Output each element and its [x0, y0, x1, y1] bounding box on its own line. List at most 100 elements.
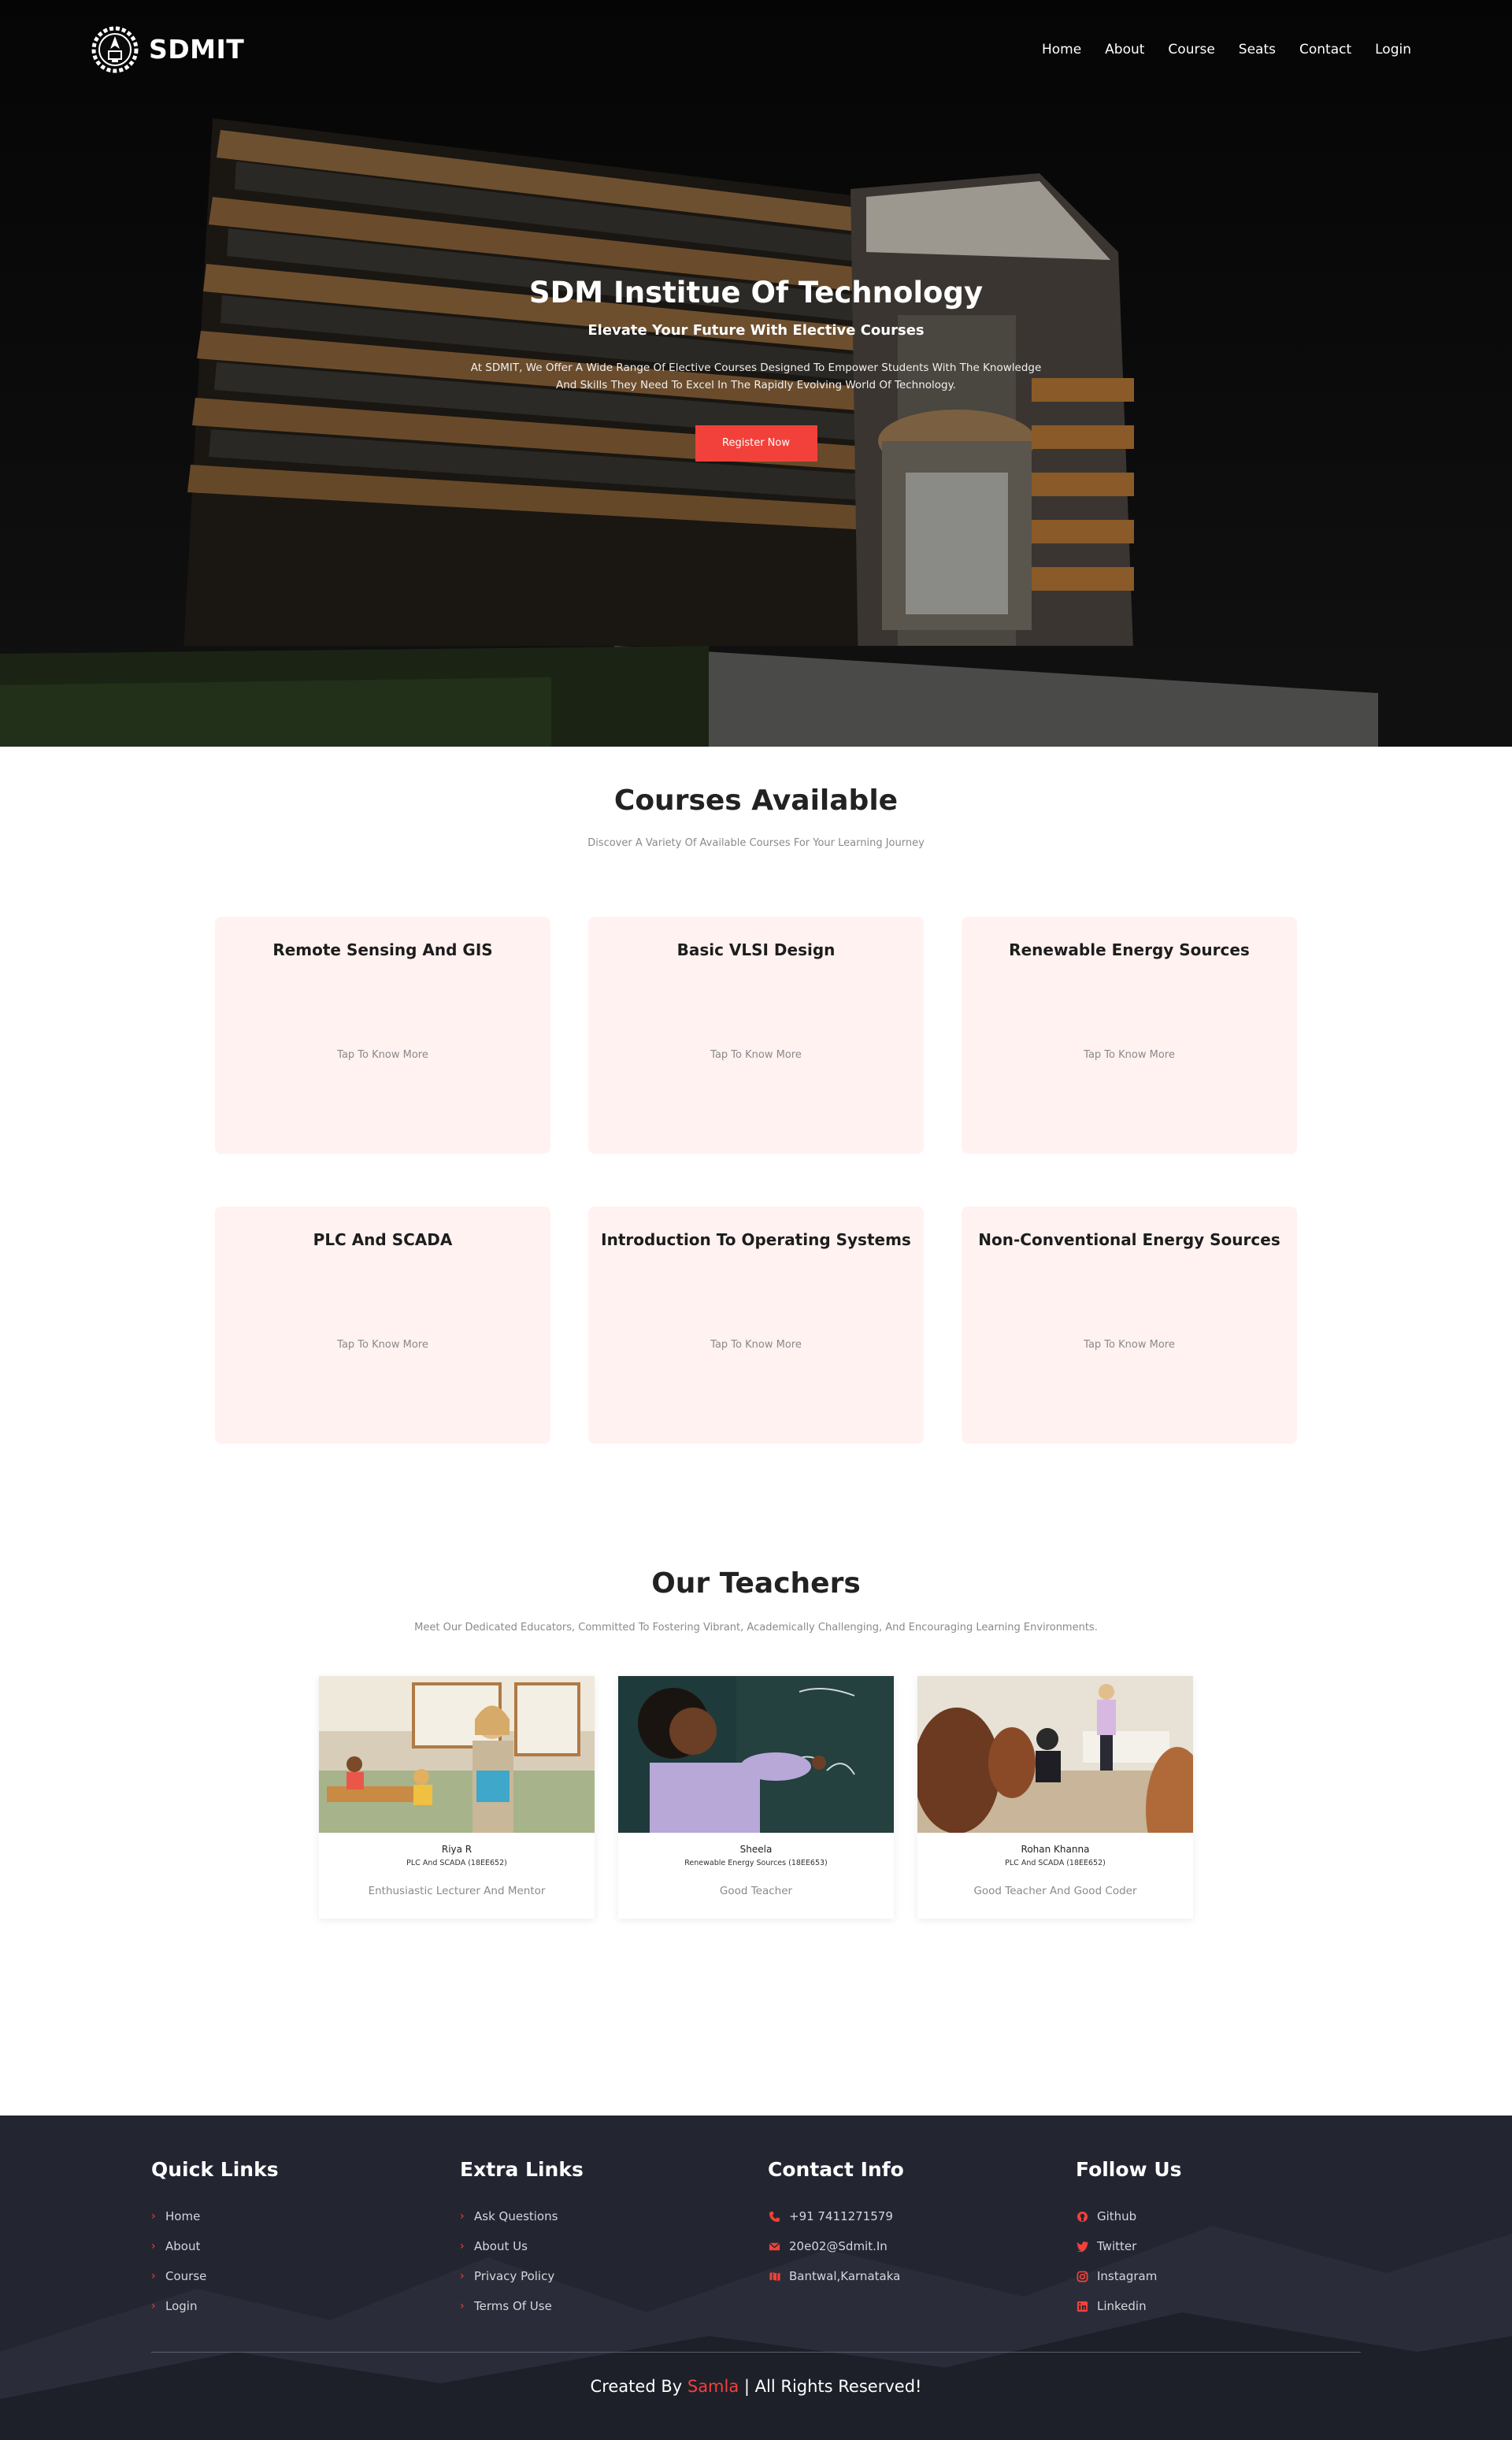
envelope-icon [768, 2240, 781, 2253]
course-know-more[interactable]: Tap To Know More [588, 1049, 924, 1061]
teacher-description: Good Teacher And Good Coder [973, 1885, 1137, 1897]
gear-emblem-icon [91, 26, 139, 72]
extra-link-privacy-policy[interactable]: › Privacy Policy [460, 2261, 584, 2291]
course-grid: Remote Sensing And GIS Tap To Know More … [0, 917, 1512, 1468]
course-title: Non-Conventional Energy Sources [978, 1230, 1280, 1249]
nav-course[interactable]: Course [1168, 42, 1214, 57]
contact-info-column: Contact Info +91 7411271579 20e02@Sdmit.… [768, 2158, 904, 2291]
teachers-subtitle: Meet Our Dedicated Educators, Committed … [414, 1622, 1098, 1633]
teacher-photo [618, 1676, 894, 1833]
contact-info-title: Contact Info [768, 2158, 904, 2181]
phone-icon [768, 2210, 781, 2223]
extra-link-label: Terms Of Use [474, 2299, 552, 2313]
course-title: Remote Sensing And GIS [272, 940, 493, 959]
contact-address[interactable]: Bantwal,Karnataka [768, 2261, 904, 2291]
credit-suffix: | All Rights Reserved! [743, 2377, 922, 2396]
quick-link-home[interactable]: › Home [151, 2201, 279, 2231]
quick-link-label: Login [165, 2299, 198, 2313]
teacher-photo [917, 1676, 1193, 1833]
course-title: Renewable Energy Sources [1009, 940, 1250, 959]
contact-phone[interactable]: +91 7411271579 [768, 2201, 904, 2231]
quick-links-column: Quick Links › Home › About › Course › Login [151, 2158, 279, 2321]
chevron-right-icon: › [151, 2240, 156, 2253]
teacher-name: Rohan Khanna [1021, 1844, 1090, 1855]
follow-github[interactable]: Github [1076, 2201, 1182, 2231]
teacher-row: Riya R PLC And SCADA (18EE652) Enthusias… [0, 1676, 1512, 1928]
teacher-description: Enthusiastic Lecturer And Mentor [368, 1885, 546, 1897]
teacher-photo [319, 1676, 595, 1833]
follow-twitter[interactable]: Twitter [1076, 2231, 1182, 2261]
course-card[interactable]: PLC And SCADA Tap To Know More [215, 1207, 550, 1444]
register-now-button[interactable]: Register Now [695, 425, 817, 462]
course-card[interactable]: Renewable Energy Sources Tap To Know Mor… [962, 917, 1297, 1154]
chevron-right-icon: › [151, 2210, 156, 2223]
teacher-card[interactable]: Rohan Khanna PLC And SCADA (18EE652) Goo… [917, 1676, 1193, 1919]
course-card[interactable]: Introduction To Operating Systems Tap To… [588, 1207, 924, 1444]
footer: Quick Links › Home › About › Course › Login … [0, 2116, 1512, 2440]
extra-link-label: Ask Questions [474, 2209, 558, 2223]
course-know-more[interactable]: Tap To Know More [962, 1339, 1297, 1351]
nav-contact[interactable]: Contact [1299, 42, 1351, 57]
courses-section: Courses Available Discover A Variety Of … [0, 784, 1512, 1468]
course-know-more[interactable]: Tap To Know More [962, 1049, 1297, 1061]
quick-link-course[interactable]: › Course [151, 2261, 279, 2291]
teacher-name: Sheela [739, 1844, 773, 1855]
quick-link-label: About [165, 2239, 201, 2253]
nav-home[interactable]: Home [1042, 42, 1081, 57]
extra-links-title: Extra Links [460, 2158, 584, 2181]
brand-name: SDMIT [149, 34, 245, 65]
course-know-more[interactable]: Tap To Know More [215, 1049, 550, 1061]
course-know-more[interactable]: Tap To Know More [588, 1339, 924, 1351]
contact-phone-text: +91 7411271579 [789, 2209, 893, 2223]
map-icon [768, 2270, 781, 2283]
credit-prefix: Created By [590, 2377, 683, 2396]
follow-instagram[interactable]: Instagram [1076, 2261, 1182, 2291]
course-card[interactable]: Remote Sensing And GIS Tap To Know More [215, 917, 550, 1154]
courses-subtitle: Discover A Variety Of Available Courses … [587, 837, 925, 849]
brand[interactable]: SDMIT [91, 25, 244, 74]
teacher-name: Riya R [441, 1844, 472, 1855]
footer-credit: Created By Samla | All Rights Reserved! [0, 2377, 1512, 2396]
course-title: PLC And SCADA [313, 1230, 453, 1249]
hero-section: SDMIT Home About Course Seats Contact Lo… [0, 0, 1512, 747]
follow-label: Instagram [1097, 2269, 1158, 2283]
nav-about[interactable]: About [1105, 42, 1144, 57]
hero-description-line-1: At SDMIT, We Offer A Wide Range Of Elect… [470, 362, 1042, 374]
course-card[interactable]: Non-Conventional Energy Sources Tap To K… [962, 1207, 1297, 1444]
quick-link-label: Home [165, 2209, 201, 2223]
instagram-icon [1076, 2270, 1089, 2283]
quick-link-label: Course [165, 2269, 207, 2283]
contact-email[interactable]: 20e02@Sdmit.In [768, 2231, 904, 2261]
github-icon [1076, 2210, 1089, 2223]
extra-link-terms-of-use[interactable]: › Terms Of Use [460, 2291, 584, 2321]
credit-author-link[interactable]: Samla [687, 2377, 739, 2396]
contact-email-text: 20e02@Sdmit.In [789, 2239, 888, 2253]
contact-address-text: Bantwal,Karnataka [789, 2269, 901, 2283]
hero-description: At SDMIT, We Offer A Wide Range Of Elect… [457, 359, 1055, 394]
follow-label: Linkedin [1097, 2299, 1147, 2313]
teacher-card[interactable]: Sheela Renewable Energy Sources (18EE653… [618, 1676, 894, 1919]
course-know-more[interactable]: Tap To Know More [215, 1339, 550, 1351]
teacher-description: Good Teacher [719, 1885, 793, 1897]
linkedin-icon [1076, 2300, 1089, 2313]
teacher-card[interactable]: Riya R PLC And SCADA (18EE652) Enthusias… [319, 1676, 595, 1919]
course-card[interactable]: Basic VLSI Design Tap To Know More [588, 917, 924, 1154]
nav-seats[interactable]: Seats [1239, 42, 1276, 57]
extra-link-label: About Us [474, 2239, 528, 2253]
hero-content: SDM Institue Of Technology Elevate Your … [0, 276, 1512, 462]
chevron-right-icon: › [460, 2270, 465, 2282]
extra-link-label: Privacy Policy [474, 2269, 555, 2283]
extra-link-ask-questions[interactable]: › Ask Questions [460, 2201, 584, 2231]
quick-link-about[interactable]: › About [151, 2231, 279, 2261]
teachers-section: Our Teachers Meet Our Dedicated Educator… [0, 1567, 1512, 1928]
course-title: Basic VLSI Design [676, 940, 836, 959]
chevron-right-icon: › [460, 2240, 465, 2253]
follow-label: Github [1097, 2209, 1137, 2223]
course-title: Introduction To Operating Systems [601, 1230, 911, 1249]
nav-login[interactable]: Login [1375, 42, 1411, 57]
extra-link-about-us[interactable]: › About Us [460, 2231, 584, 2261]
quick-link-login[interactable]: › Login [151, 2291, 279, 2321]
chevron-right-icon: › [151, 2270, 156, 2282]
follow-linkedin[interactable]: Linkedin [1076, 2291, 1182, 2321]
chevron-right-icon: › [151, 2300, 156, 2312]
